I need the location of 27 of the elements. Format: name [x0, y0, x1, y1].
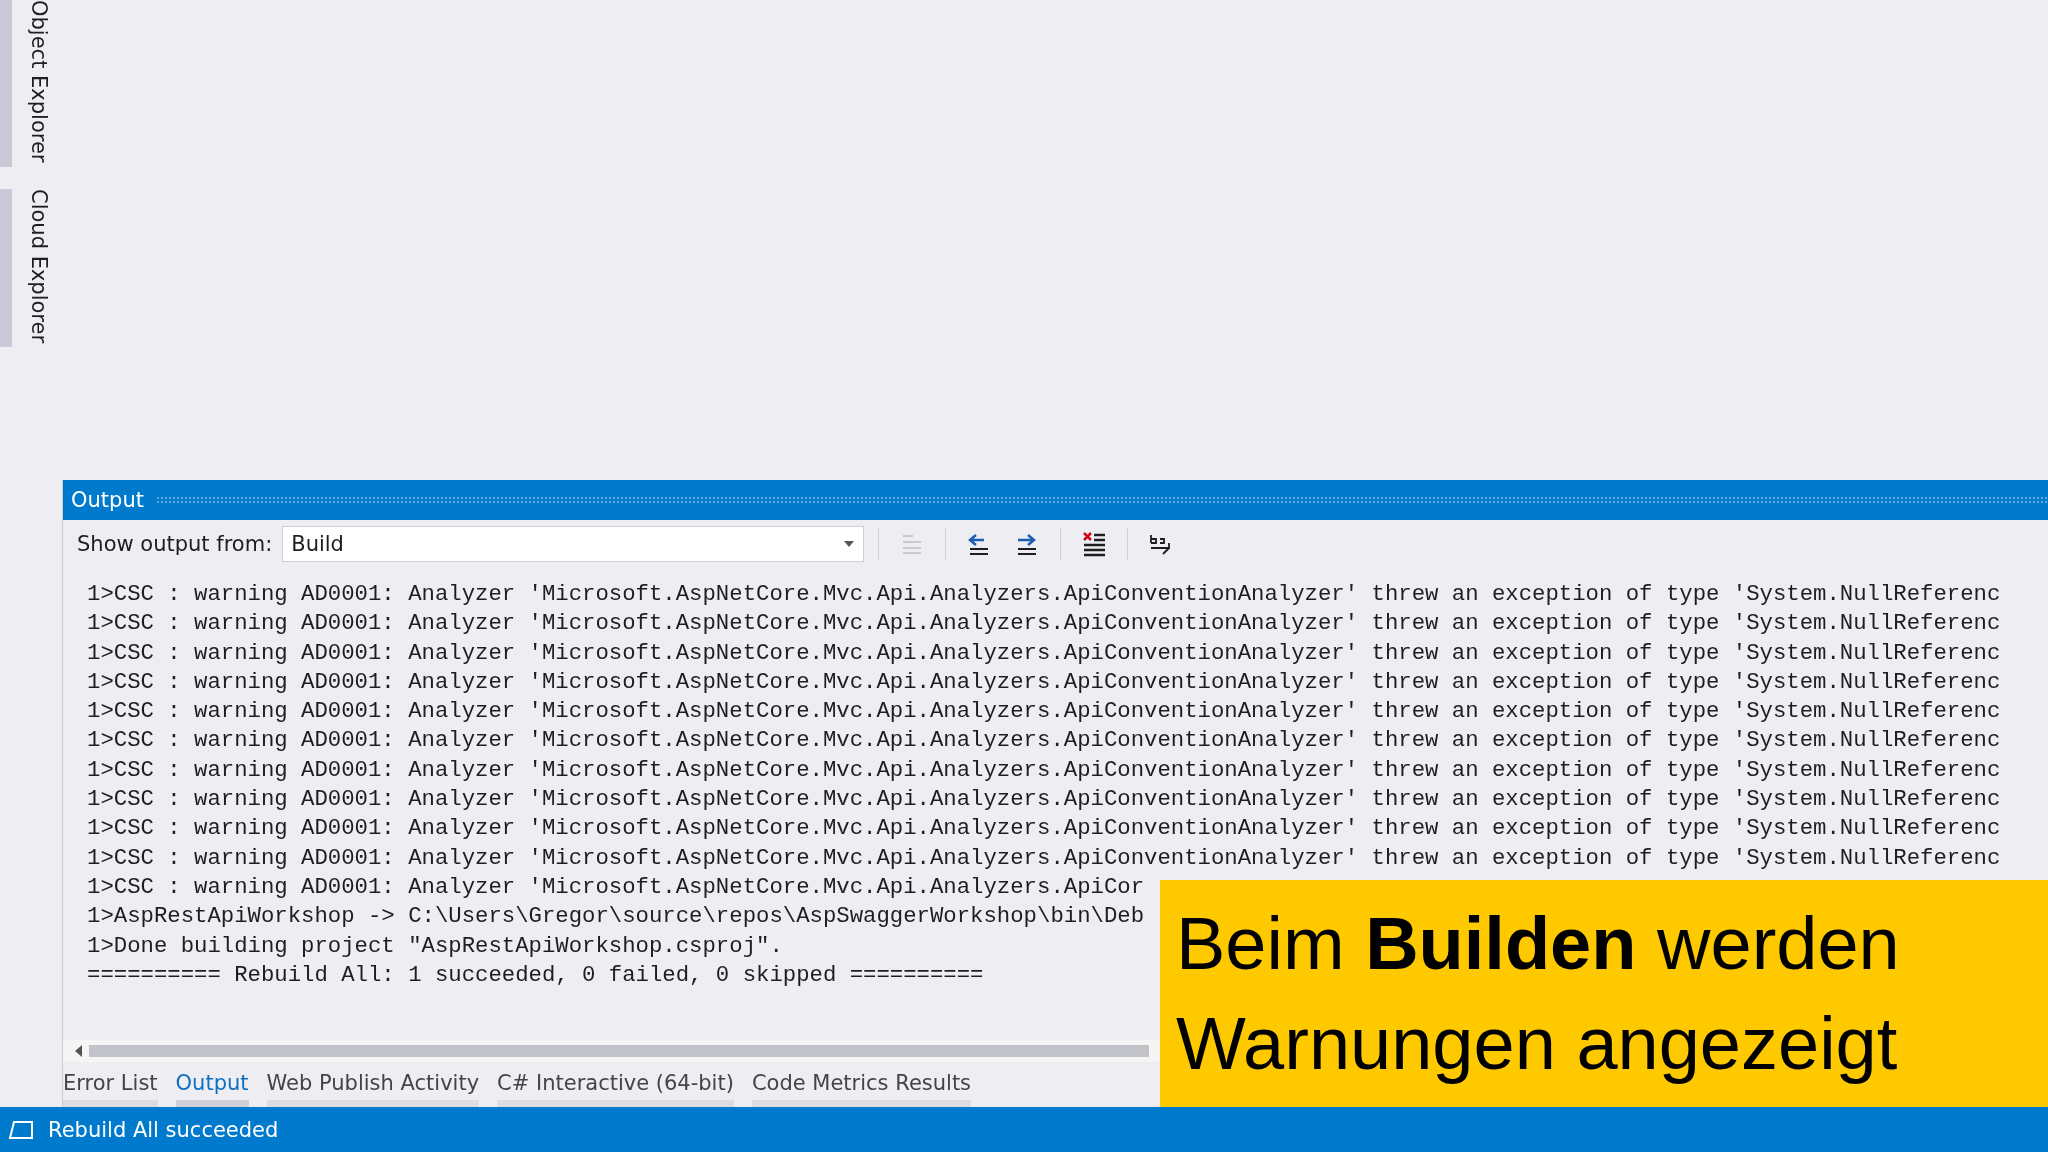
output-line: ========== Rebuild All: 1 succeeded, 0 failed, 0 skipped ========== — [87, 960, 984, 990]
status-text: Rebuild All succeeded — [48, 1117, 279, 1142]
caption-text: Beim Builden werden — [1176, 900, 1901, 987]
window-icon — [8, 1118, 34, 1141]
output-line: 1>Done building project "AspRestApiWorkshop.csproj". — [87, 931, 783, 961]
side-tab[interactable]: Object Explorer — [0, 0, 52, 167]
output-line: 1>CSC : warning AD0001: Analyzer 'Microsoft.AspNetCore.Mvc.Api.Analyzers.ApiConventionAnalyzer' threw an exception of type 'System.NullReferenc — [87, 843, 2001, 873]
scrollbar-thumb[interactable] — [89, 1045, 1149, 1057]
output-line: 1>CSC : warning AD0001: Analyzer 'Microsoft.AspNetCore.Mvc.Api.Analyzers.ApiConventionAnalyzer' threw an exception of type 'System.NullReferenc — [87, 755, 2001, 785]
dropdown-caret-icon — [843, 540, 856, 548]
caption-text: Warnungen angezeigt — [1176, 1000, 1899, 1087]
output-line: 1>CSC : warning AD0001: Analyzer 'Microsoft.AspNetCore.Mvc.Api.Analyzers.ApiConventionAnalyzer' threw an exception of type 'System.NullReferenc — [87, 697, 2001, 727]
side-tab[interactable]: Cloud Explorer — [0, 188, 52, 347]
output-line: 1>CSC : warning AD0001: Analyzer 'Microsoft.AspNetCore.Mvc.Api.Analyzers.ApiConventionAnalyzer' threw an exception of type 'System.NullReferenc — [87, 785, 2001, 815]
output-line: 1>CSC : warning AD0001: Analyzer 'Microsoft.AspNetCore.Mvc.Api.Analyzers.ApiCor — [87, 872, 1145, 902]
output-line: 1>CSC : warning AD0001: Analyzer 'Microsoft.AspNetCore.Mvc.Api.Analyzers.ApiConventionAnalyzer' threw an exception of type 'System.NullReferenc — [87, 638, 2001, 668]
output-line: 1>CSC : warning AD0001: Analyzer 'Microsoft.AspNetCore.Mvc.Api.Analyzers.ApiConventionAnalyzer' threw an exception of type 'System.NullReferenc — [87, 580, 2001, 609]
output-source-label: Show output from: — [77, 532, 273, 556]
output-line: 1>CSC : warning AD0001: Analyzer 'Microsoft.AspNetCore.Mvc.Api.Analyzers.ApiConventionAnalyzer' threw an exception of type 'System.NullReferenc — [87, 609, 2001, 639]
scroll-left-icon[interactable] — [73, 1044, 83, 1058]
output-line: 1>CSC : warning AD0001: Analyzer 'Microsoft.AspNetCore.Mvc.Api.Analyzers.ApiConventionAnalyzer' threw an exception of type 'System.NullReferenc — [87, 814, 2001, 844]
clear-icon — [1081, 531, 1108, 557]
output-source-dropdown[interactable]: Build — [282, 526, 865, 562]
output-line: 1>CSC : warning AD0001: Analyzer 'Microsoft.AspNetCore.Mvc.Api.Analyzers.ApiConventionAnalyzer' threw an exception of type 'System.NullReferenc — [87, 726, 2001, 756]
output-line: 1>CSC : warning AD0001: Analyzer 'Microsoft.AspNetCore.Mvc.Api.Analyzers.ApiConventionAnalyzer' threw an exception of type 'System.NullReferenc — [87, 667, 2001, 697]
panel-title: Output — [71, 488, 144, 512]
output-line: 1>AspRestApiWorkshop -> C:\Users\Gregor\source\repos\AspSwaggerWorkshop\bin\Deb — [87, 902, 1145, 932]
